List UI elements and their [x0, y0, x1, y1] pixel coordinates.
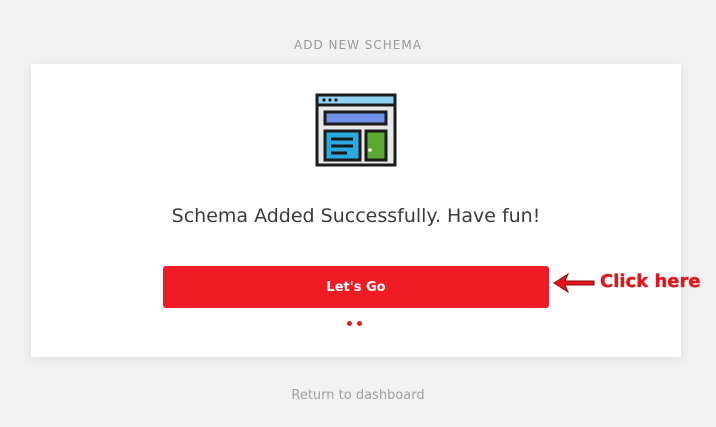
webpage-layout-icon: [315, 93, 397, 167]
loading-dot: [347, 321, 352, 326]
left-arrow-icon: [553, 272, 595, 294]
return-to-dashboard-link[interactable]: Return to dashboard: [0, 388, 716, 403]
success-message: Schema Added Successfully. Have fun!: [171, 205, 541, 227]
page-header-title: ADD NEW SCHEMA: [294, 38, 422, 52]
loading-dot: [357, 321, 362, 326]
success-card: Schema Added Successfully. Have fun! Let…: [31, 64, 681, 357]
lets-go-button[interactable]: Let's Go: [163, 266, 549, 308]
loading-dots: [347, 321, 362, 326]
click-here-annotation: Click here: [600, 271, 701, 292]
